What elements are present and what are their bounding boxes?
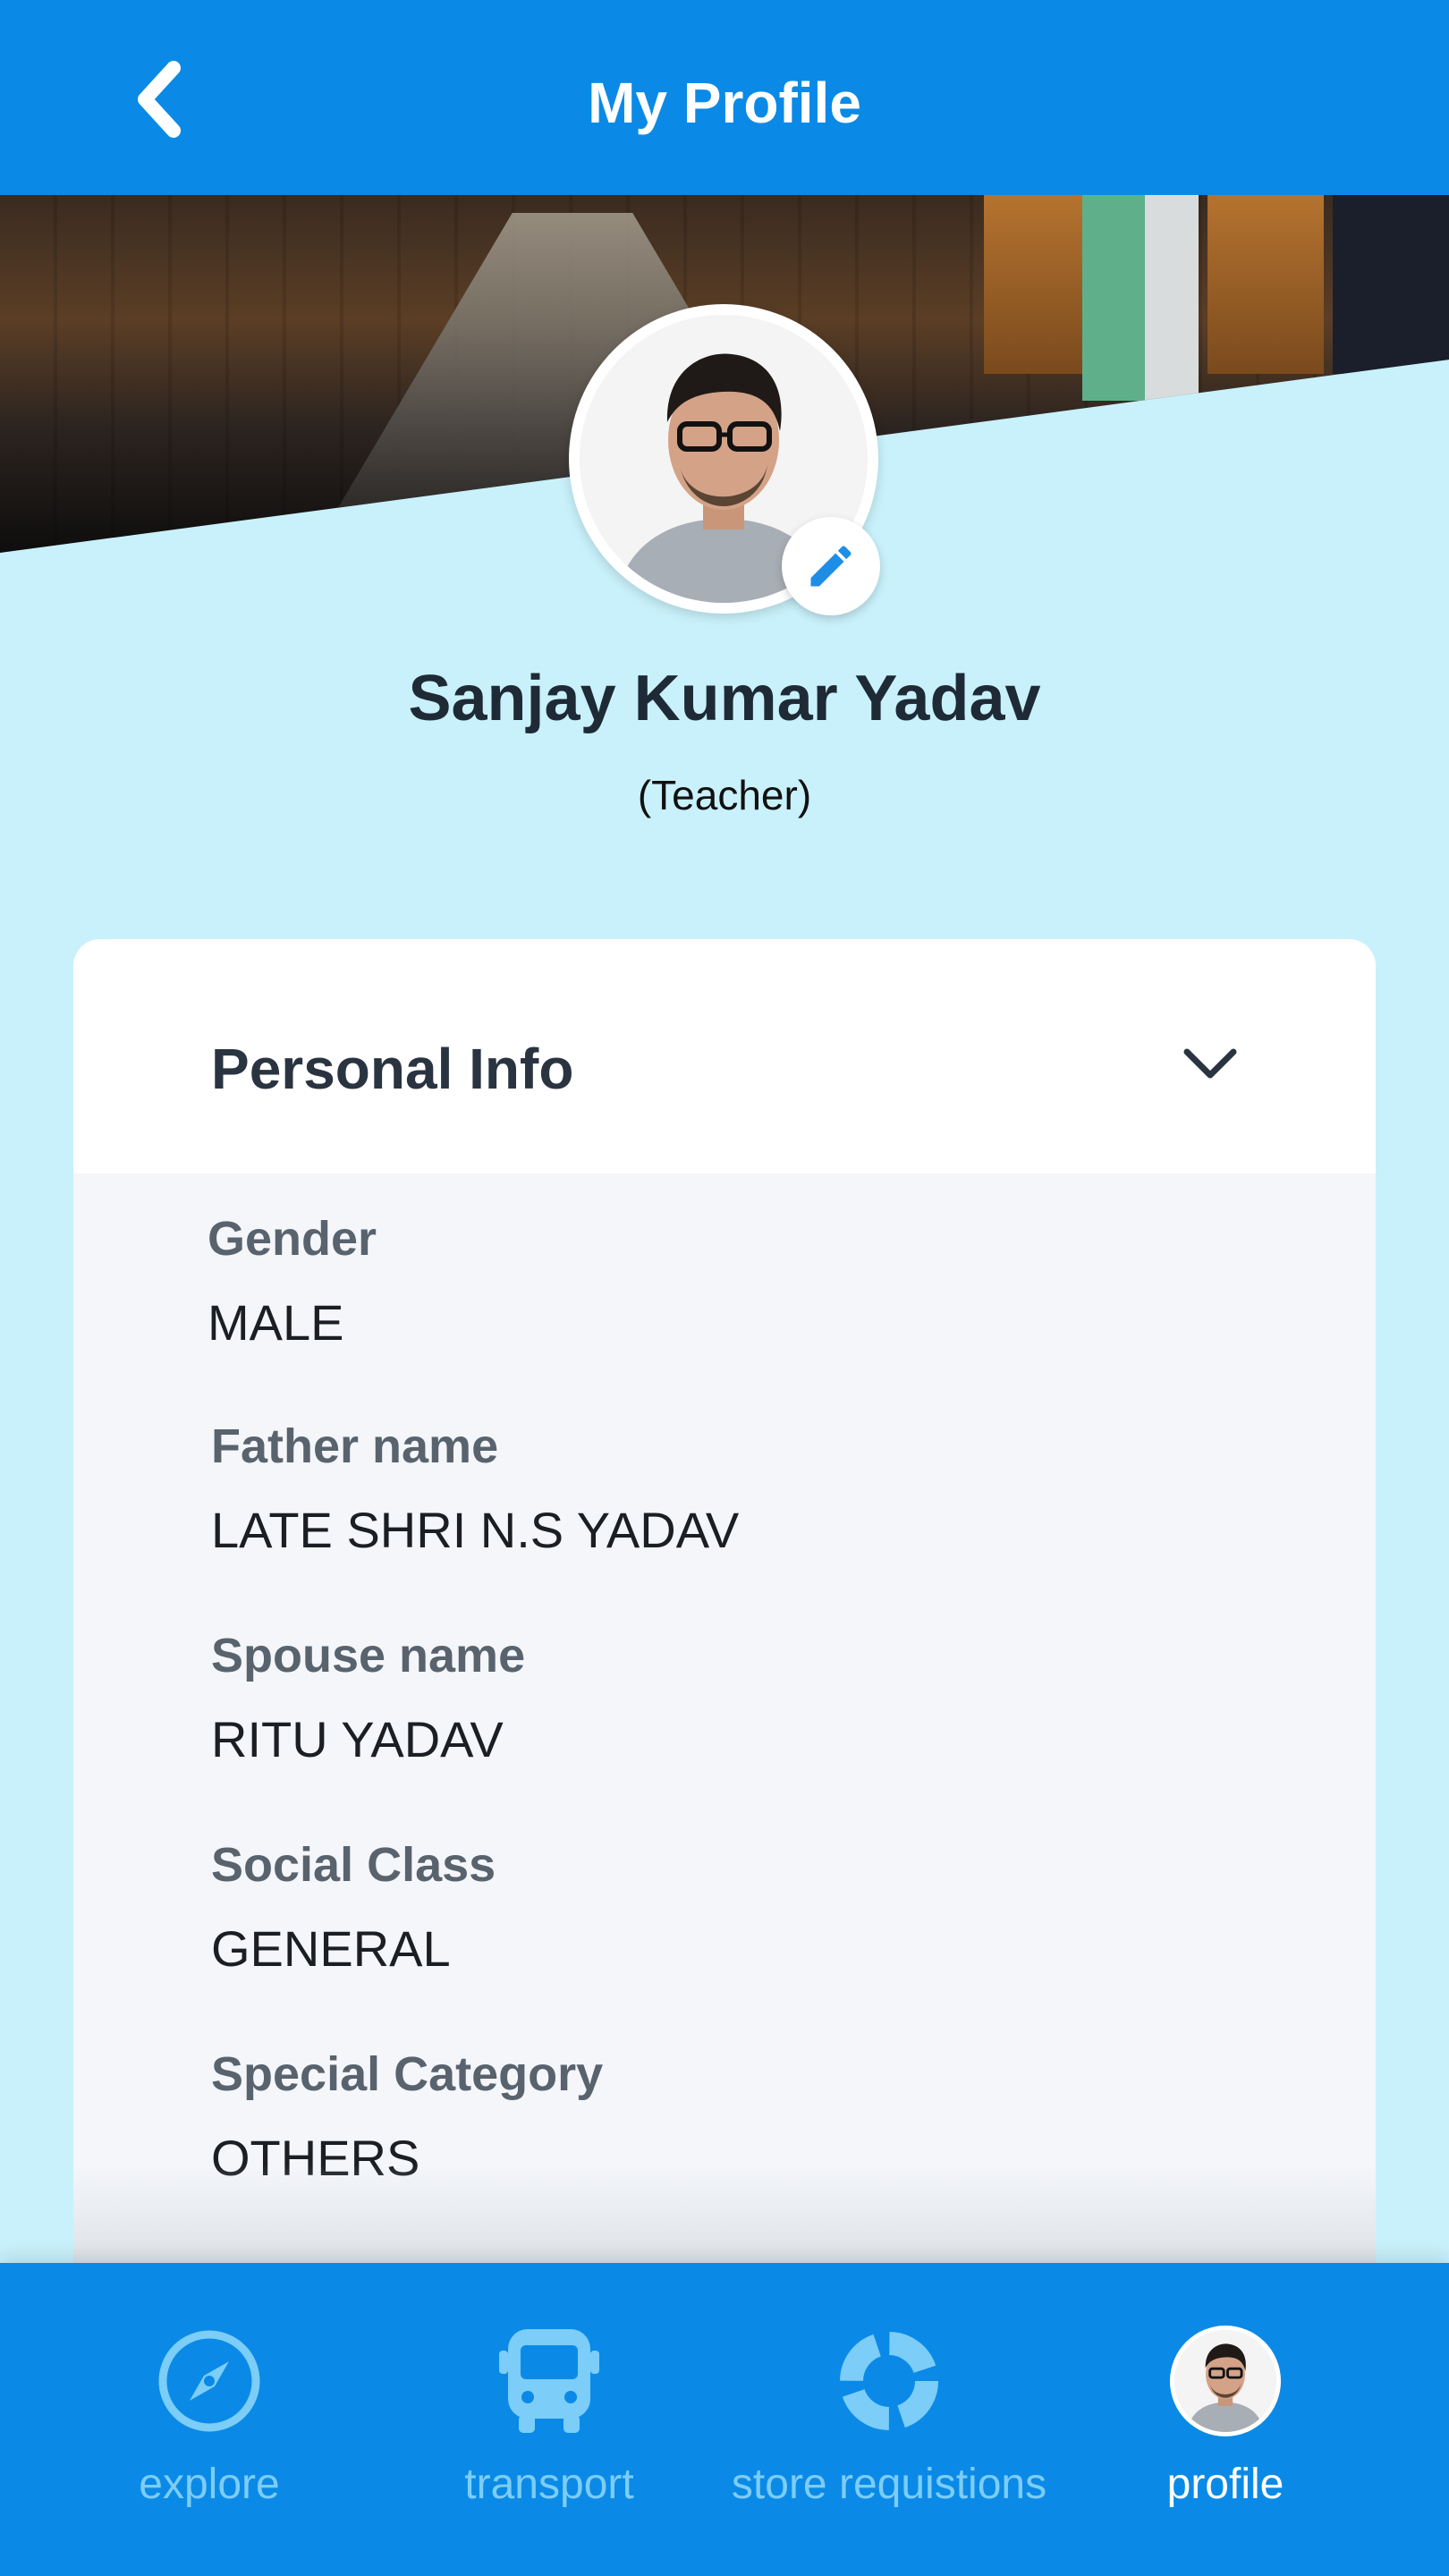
page-title: My Profile (588, 71, 861, 135)
collapse-toggle[interactable] (1179, 1038, 1241, 1091)
section-title: Personal Info (211, 1037, 574, 1101)
field-value: GENERAL (211, 1920, 451, 1977)
personal-info-header[interactable]: Personal Info (73, 939, 1376, 1174)
field-label: Father name (211, 1419, 499, 1473)
nav-label: store requistions (731, 2461, 1047, 2508)
field-value: RITU YADAV (211, 1711, 504, 1767)
avatar (1170, 2326, 1281, 2436)
field-label: Special Category (211, 2047, 604, 2101)
compass-icon (158, 2330, 260, 2432)
field-father-name: Father name LATE SHRI N.S YADAV (211, 1415, 739, 1562)
nav-item-explore[interactable]: explore (39, 2263, 379, 2576)
chevron-down-icon (1183, 1048, 1237, 1079)
field-spouse-name: Spouse name RITU YADAV (211, 1624, 525, 1771)
field-value: LATE SHRI N.S YADAV (211, 1502, 740, 1558)
nav-item-transport[interactable]: transport (379, 2263, 719, 2576)
pencil-icon (810, 546, 852, 587)
nav-item-profile[interactable]: profile (1055, 2263, 1395, 2576)
bottom-navigation: explore transport store requistions prof… (0, 2263, 1449, 2576)
field-gender: Gender MALE (208, 1208, 377, 1354)
user-name: Sanjay Kumar Yadav (408, 663, 1041, 734)
nav-label: profile (1166, 2461, 1284, 2508)
field-label: Gender (208, 1212, 377, 1266)
nav-item-store-requistions[interactable]: store requistions (719, 2263, 1059, 2576)
bus-icon (499, 2329, 599, 2433)
refresh-icon (840, 2332, 938, 2430)
field-social-class: Social Class GENERAL (211, 1834, 496, 1980)
field-value: MALE (208, 1294, 344, 1351)
edit-profile-button[interactable] (782, 517, 880, 615)
user-role: (Teacher) (637, 772, 812, 818)
field-label: Spouse name (211, 1629, 526, 1682)
personal-info-card: Personal Info Gender MALE Father name LA… (73, 939, 1376, 2281)
field-label: Social Class (211, 1838, 496, 1892)
nav-label: transport (464, 2461, 634, 2508)
nav-label: explore (139, 2461, 280, 2508)
top-app-bar: My Profile (0, 0, 1449, 195)
scroll-fade (73, 2165, 1376, 2263)
